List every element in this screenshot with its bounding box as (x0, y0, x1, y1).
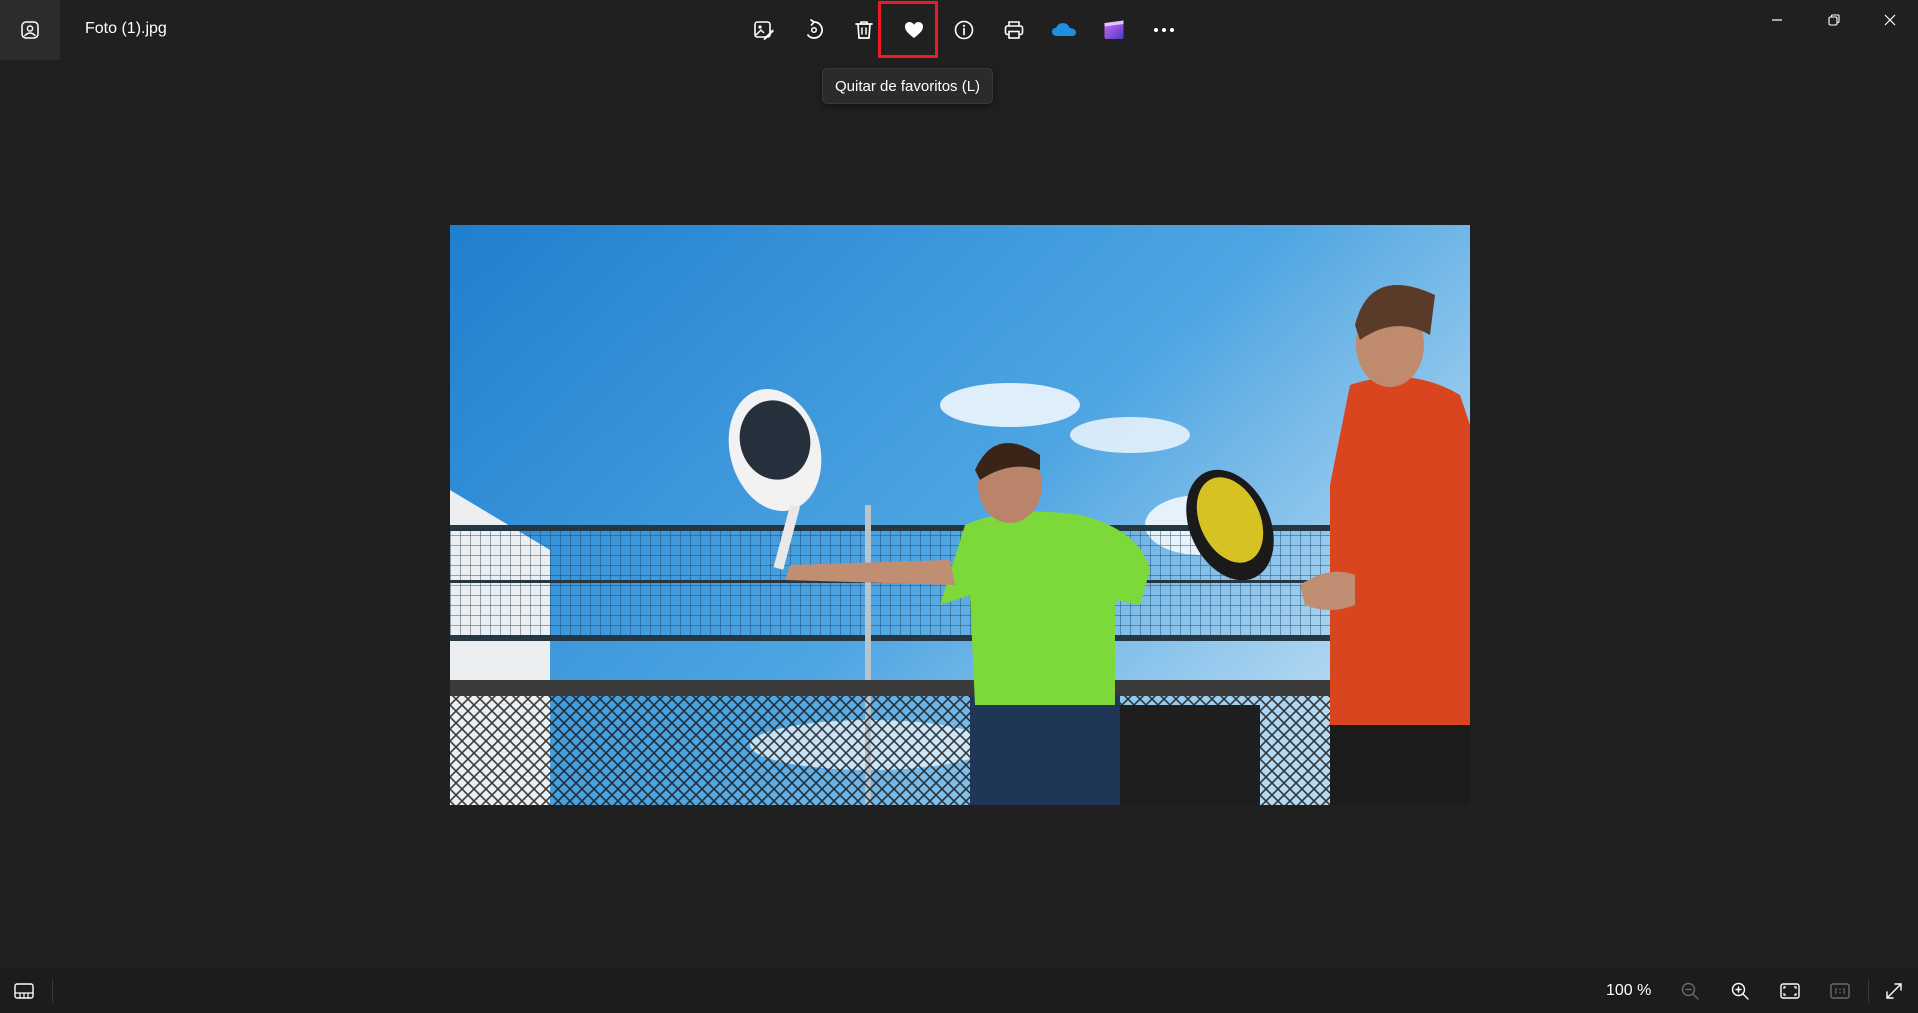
info-icon (954, 20, 974, 40)
photo-canvas[interactable] (450, 225, 1470, 805)
actual-size-button[interactable] (1822, 975, 1858, 1007)
status-divider (52, 979, 53, 1003)
fullscreen-button[interactable] (1876, 975, 1912, 1007)
trash-icon (855, 21, 873, 39)
minimize-button[interactable] (1749, 0, 1805, 40)
rotate-icon (806, 19, 823, 39)
delete-button[interactable] (840, 6, 888, 54)
actual-size-icon (1830, 983, 1850, 999)
heart-icon (905, 22, 923, 38)
photos-icon (21, 21, 39, 39)
print-button[interactable] (990, 6, 1038, 54)
favorite-button[interactable] (890, 6, 938, 54)
fit-to-window-button[interactable] (1772, 975, 1808, 1007)
cloud-icon (1052, 23, 1076, 36)
filmstrip-icon (14, 983, 34, 999)
filmstrip-button[interactable] (6, 975, 42, 1007)
zoom-level[interactable]: 100 % (1606, 982, 1651, 1000)
zoom-in-button[interactable] (1722, 975, 1758, 1007)
photo-image (450, 225, 1470, 805)
photos-app-icon[interactable] (0, 0, 60, 60)
edit-image-button[interactable] (740, 6, 788, 54)
onedrive-button[interactable] (1040, 6, 1088, 54)
printer-icon (1004, 21, 1024, 39)
restore-button[interactable] (1806, 0, 1862, 40)
status-divider (1868, 979, 1869, 1003)
fit-window-icon (1780, 983, 1800, 999)
rotate-button[interactable] (790, 6, 838, 54)
zoom-out-icon (1681, 982, 1699, 1000)
edit-image-icon (754, 21, 774, 40)
title-bar: Foto (1).jpg Quitar de favoritos (L) (0, 0, 1918, 104)
expand-icon (1886, 983, 1902, 999)
more-icon (1154, 28, 1174, 32)
zoom-in-icon (1731, 982, 1749, 1000)
clipchamp-button[interactable] (1090, 6, 1138, 54)
status-bar: 100 % (0, 969, 1918, 1013)
zoom-out-button[interactable] (1672, 975, 1708, 1007)
minimize-icon (1772, 19, 1782, 21)
more-options-button[interactable] (1140, 6, 1188, 54)
favorite-tooltip: Quitar de favoritos (L) (822, 68, 994, 104)
file-info-button[interactable] (940, 6, 988, 54)
restore-icon (1828, 14, 1840, 26)
close-button[interactable] (1862, 0, 1918, 40)
close-icon (1884, 14, 1896, 26)
clipchamp-icon (1104, 20, 1124, 39)
file-name: Foto (1).jpg (85, 20, 167, 37)
